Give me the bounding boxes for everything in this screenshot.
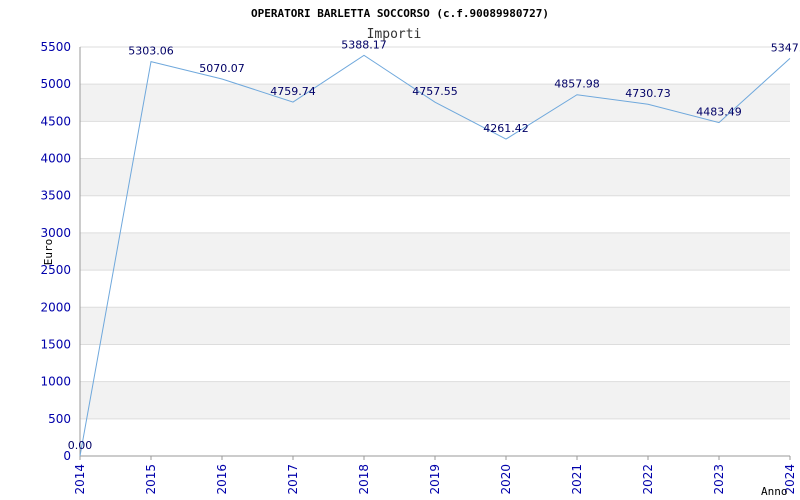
x-tick-label: 2019 xyxy=(428,464,442,495)
data-label: 4759.74 xyxy=(270,85,316,98)
chart-subtitle: Importi xyxy=(367,27,422,42)
grid-band xyxy=(80,307,790,345)
data-label: 0.00 xyxy=(68,439,93,452)
y-tick-label: 1000 xyxy=(40,375,71,389)
line-chart: 0500100015002000250030003500400045005000… xyxy=(40,7,800,498)
grid-band xyxy=(80,381,790,419)
y-tick-label: 4500 xyxy=(40,114,71,128)
x-tick-label: 2020 xyxy=(499,464,513,495)
data-label: 4261.42 xyxy=(483,122,529,135)
y-tick-label: 3500 xyxy=(40,189,71,203)
grid-band xyxy=(80,121,790,159)
data-label: 5347.6 xyxy=(771,41,800,54)
x-tick-label: 2018 xyxy=(357,464,371,495)
grid-band xyxy=(80,47,790,85)
y-tick-label: 4000 xyxy=(40,152,71,166)
y-tick-label: 5000 xyxy=(40,77,71,91)
grid-band xyxy=(80,232,790,271)
grid-band xyxy=(80,418,790,456)
data-label: 4730.73 xyxy=(625,87,671,100)
grid-bands xyxy=(80,47,790,456)
grid-band xyxy=(80,195,790,233)
y-axis-label: Euro xyxy=(42,239,55,266)
y-tick-label: 3000 xyxy=(40,226,71,240)
x-axis-label: Anno xyxy=(761,485,788,498)
y-tick-label: 5500 xyxy=(40,40,71,54)
grid-band xyxy=(80,158,790,196)
x-tick-label: 2014 xyxy=(73,464,87,495)
x-tick-label: 2021 xyxy=(570,464,584,495)
x-tick-label: 2023 xyxy=(712,464,726,495)
data-label: 5070.07 xyxy=(199,62,245,75)
data-label: 5303.06 xyxy=(128,45,174,58)
data-label: 4857.98 xyxy=(554,78,600,91)
x-tick-label: 2015 xyxy=(144,464,158,495)
data-label: 4483.49 xyxy=(696,106,742,119)
y-tick-label: 1500 xyxy=(40,337,71,351)
x-tick-labels: 2014 2015 2016 2017 2018 2019 2020 2021 2022 2023… xyxy=(73,456,797,495)
data-label: 4757.55 xyxy=(412,85,458,98)
x-tick-label: 2017 xyxy=(286,464,300,495)
grid-band xyxy=(80,270,790,308)
x-tick-label: 2016 xyxy=(215,464,229,495)
chart-title: OPERATORI BARLETTA SOCCORSO (c.f.9008998… xyxy=(251,7,549,20)
y-tick-label: 2000 xyxy=(40,300,71,314)
x-tick-label: 2022 xyxy=(641,464,655,495)
y-tick-label: 500 xyxy=(48,412,71,426)
grid-band xyxy=(80,344,790,382)
